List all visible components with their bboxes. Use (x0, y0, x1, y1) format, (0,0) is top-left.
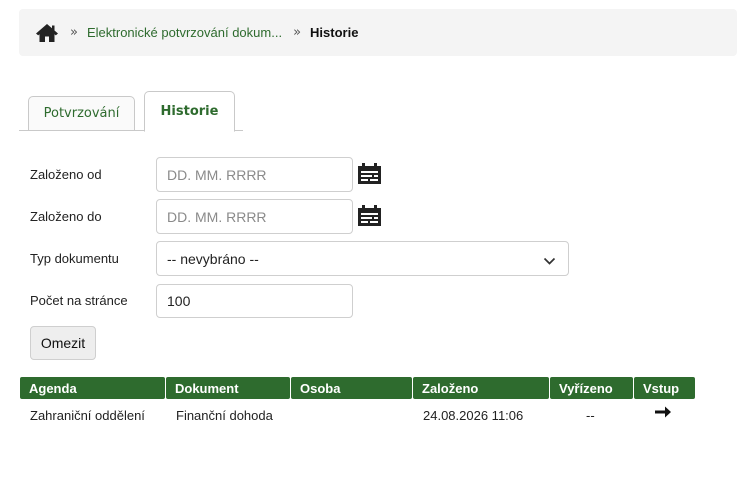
column-header-dokument: Dokument (166, 377, 290, 399)
from-date-input[interactable] (156, 157, 353, 192)
breadcrumb: » Elektronické potvrzování dokum... » Hi… (19, 9, 737, 56)
filter-button-label: Omezit (40, 335, 86, 351)
column-header-agenda: Agenda (20, 377, 165, 399)
breadcrumb-link-electronic-confirmation[interactable]: Elektronické potvrzování dokum... (87, 25, 282, 40)
calendar-icon[interactable] (357, 205, 382, 227)
filter-button[interactable]: Omezit (30, 326, 96, 360)
column-header-vyrizeno: Vyřízeno (550, 377, 633, 399)
column-header-zalozeno: Založeno (413, 377, 549, 399)
page-size-input[interactable] (156, 284, 353, 318)
column-header-vstup: Vstup (634, 377, 695, 399)
cell-dokument: Finanční dohoda (176, 408, 273, 423)
document-type-label: Typ dokumentu (30, 251, 119, 266)
calendar-icon[interactable] (357, 163, 382, 185)
tab-label: Historie (160, 104, 219, 119)
breadcrumb-current: Historie (310, 25, 359, 40)
tab-historie[interactable]: Historie (144, 91, 235, 132)
breadcrumb-separator: » (293, 25, 302, 40)
to-date-input[interactable] (156, 199, 353, 234)
chevron-down-icon (543, 253, 556, 269)
document-type-selected-value: -- nevybráno -- (167, 250, 259, 267)
cell-zalozeno: 24.08.2026 11:06 (423, 408, 524, 423)
page-size-label: Počet na stránce (30, 293, 128, 308)
column-header-osoba: Osoba (291, 377, 412, 399)
cell-agenda: Zahraniční oddělení (30, 408, 145, 423)
document-type-select[interactable]: -- nevybráno -- (156, 241, 569, 276)
from-date-label: Založeno od (30, 167, 102, 182)
arrow-right-icon[interactable] (654, 405, 672, 422)
tab-label: Potvrzování (43, 106, 120, 121)
breadcrumb-separator: » (70, 25, 78, 40)
cell-vyrizeno: -- (586, 408, 595, 423)
to-date-label: Založeno do (30, 209, 102, 224)
home-icon[interactable] (35, 22, 59, 44)
tab-potvrzovani[interactable]: Potvrzování (28, 96, 135, 131)
